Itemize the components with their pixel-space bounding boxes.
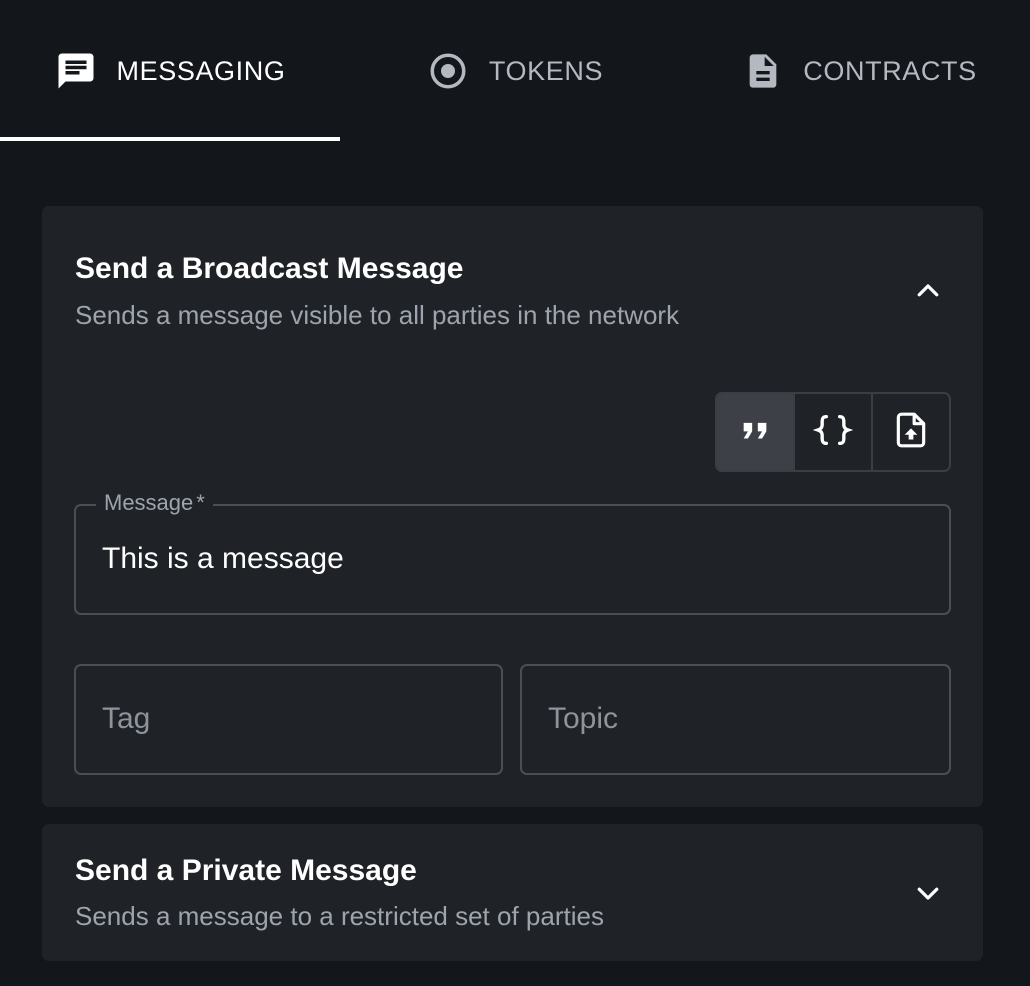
broadcast-message-panel: Send a Broadcast Message Sends a message…: [42, 206, 983, 807]
message-value: This is a message: [102, 542, 344, 575]
message-label: Message *: [96, 490, 213, 516]
topic-input[interactable]: [548, 702, 928, 736]
chevron-down-icon[interactable]: [913, 878, 943, 908]
tab-contracts[interactable]: CONTRACTS: [690, 0, 1030, 142]
tab-bar: MESSAGING TOKENS CONTRACTS: [0, 0, 1030, 142]
quote-icon: [738, 413, 772, 452]
panel-subtitle: Sends a message visible to all parties i…: [75, 300, 680, 330]
message-field[interactable]: Message * This is a message: [74, 490, 951, 615]
panel-title: Send a Private Message: [75, 854, 417, 887]
tab-contracts-label: CONTRACTS: [803, 55, 977, 86]
tab-messaging-label: MESSAGING: [116, 55, 286, 86]
format-toggle-group: [715, 392, 951, 472]
tab-messaging[interactable]: MESSAGING: [0, 0, 340, 142]
tag-input[interactable]: [102, 702, 482, 736]
file-upload-button[interactable]: [873, 394, 949, 470]
active-tab-indicator: [0, 137, 340, 141]
private-message-panel[interactable]: Send a Private Message Sends a message t…: [42, 824, 983, 961]
panel-subtitle: Sends a message to a restricted set of p…: [75, 901, 604, 931]
text-format-button[interactable]: [717, 394, 795, 470]
file-upload-icon: [892, 409, 930, 456]
braces-icon: [812, 410, 854, 455]
tab-tokens[interactable]: TOKENS: [340, 0, 690, 142]
token-icon: [427, 50, 469, 92]
json-format-button[interactable]: [795, 394, 873, 470]
panel-title: Send a Broadcast Message: [75, 252, 464, 285]
tag-field[interactable]: [74, 664, 503, 775]
topic-field[interactable]: [520, 664, 951, 775]
document-icon: [743, 49, 783, 93]
tab-tokens-label: TOKENS: [488, 55, 604, 86]
message-icon: [55, 50, 97, 92]
broadcast-panel-header[interactable]: Send a Broadcast Message Sends a message…: [42, 206, 983, 356]
chevron-up-icon[interactable]: [913, 276, 943, 306]
